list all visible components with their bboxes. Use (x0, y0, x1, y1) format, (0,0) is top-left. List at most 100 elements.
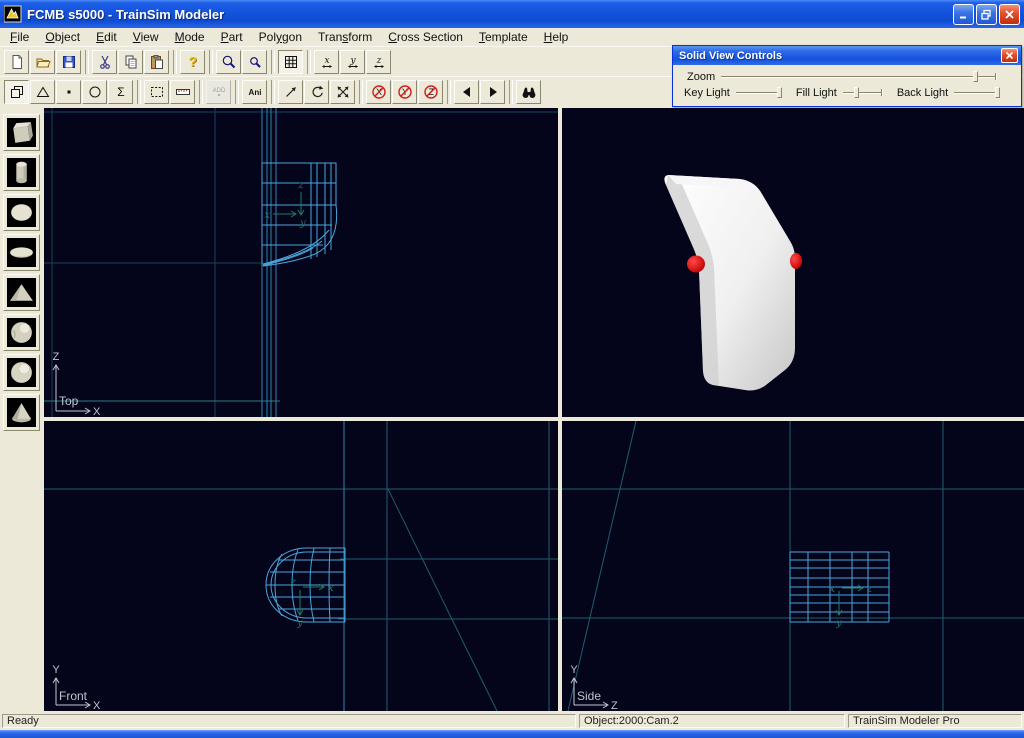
ani-icon: Ani (247, 84, 263, 100)
zoom-out-button[interactable] (242, 50, 267, 74)
status-product: TrainSim Modeler Pro (848, 714, 1022, 728)
solid-view-controls-panel: Solid View Controls Zoom Key LightFill L… (672, 45, 1022, 107)
close-button[interactable] (999, 4, 1020, 25)
side-axis-h-label: Z (611, 700, 618, 711)
rotate-icon (309, 84, 325, 100)
circle-mode-button[interactable] (82, 80, 107, 104)
slider-groove (736, 92, 782, 93)
side-axis-v-label: Y (570, 664, 578, 676)
minimize-icon (958, 9, 969, 20)
menu-object[interactable]: Object (37, 29, 88, 45)
new-file-button[interactable] (4, 50, 29, 74)
lock-z-button[interactable]: Z (418, 80, 443, 104)
perspective-viewport[interactable] (562, 108, 1024, 417)
side-viewport[interactable]: x z y Y Z Side (562, 421, 1024, 711)
axis-z-button[interactable]: z (366, 50, 391, 74)
svg-text:x: x (829, 584, 835, 595)
lock-x-button[interactable]: X (366, 80, 391, 104)
tri-icon (35, 84, 51, 100)
key-light-slider-thumb[interactable] (777, 87, 782, 98)
svg-text:z: z (290, 577, 297, 588)
restore-button[interactable] (976, 4, 997, 25)
move-tool-button[interactable] (278, 80, 303, 104)
help-button[interactable]: ?? (180, 50, 205, 74)
menu-edit[interactable]: Edit (88, 29, 125, 45)
lock-y-button[interactable]: Y (392, 80, 417, 104)
svg-text:z: z (375, 56, 381, 66)
find-button[interactable] (516, 80, 541, 104)
next-button[interactable] (480, 80, 505, 104)
animation-button[interactable]: Ani (242, 80, 267, 104)
back-light-slider-thumb[interactable] (995, 87, 1000, 98)
sigma-icon: Σ (113, 84, 129, 100)
menu-transform[interactable]: Transform (310, 29, 380, 45)
minimize-button[interactable] (953, 4, 974, 25)
save-file-button[interactable] (56, 50, 81, 74)
taskbar-edge[interactable] (0, 730, 1024, 738)
slider-endcap (995, 73, 997, 80)
zoom-slider-thumb[interactable] (973, 71, 978, 82)
wedge-tool-button[interactable] (3, 274, 40, 311)
cone-shape-icon (7, 398, 36, 427)
fill-light-slider-thumb[interactable] (854, 87, 859, 98)
point-mode-button[interactable] (56, 80, 81, 104)
paste-button[interactable] (144, 50, 169, 74)
application-window: FCMB s5000 - TrainSim Modeler FileObject… (0, 0, 1024, 738)
box-tool-button[interactable] (3, 114, 40, 151)
key-light-slider[interactable] (736, 86, 782, 99)
cut-button[interactable] (92, 50, 117, 74)
help-icon: ?? (185, 54, 201, 70)
open-file-button[interactable] (30, 50, 55, 74)
new-icon (9, 54, 25, 70)
zoom-label: Zoom (687, 71, 715, 83)
spline-mode-button[interactable]: Σ (108, 80, 133, 104)
polygon-mode-button[interactable] (30, 80, 55, 104)
back-light-slider[interactable] (954, 86, 1000, 99)
prev-button[interactable] (454, 80, 479, 104)
rotate-tool-button[interactable] (304, 80, 329, 104)
paste-icon (149, 54, 165, 70)
axis-y-button[interactable]: y (340, 50, 365, 74)
axis-x-button[interactable]: x (314, 50, 339, 74)
svg-text:ADD: ADD (212, 88, 225, 94)
disc-tool-button[interactable] (3, 234, 40, 271)
menu-file[interactable]: File (2, 29, 37, 45)
toolbar-separator (271, 50, 275, 74)
menu-template[interactable]: Template (471, 29, 536, 45)
zoom-in-button[interactable] (216, 50, 241, 74)
top-viewport[interactable]: z x y Z X Top (44, 108, 558, 417)
sphere-smooth-tool-button[interactable] (3, 354, 40, 391)
front-viewport[interactable]: z x y Y X Front (44, 421, 558, 711)
svg-text:y: y (349, 56, 356, 66)
titlebar: FCMB s5000 - TrainSim Modeler (0, 0, 1024, 28)
menu-polygon[interactable]: Polygon (251, 29, 310, 45)
grid-toggle-button[interactable] (278, 50, 303, 74)
scale-tool-button[interactable] (330, 80, 355, 104)
menu-part[interactable]: Part (213, 29, 251, 45)
sphere-flat-tool-button[interactable] (3, 194, 40, 231)
back-light-label: Back Light (897, 87, 948, 99)
cone-tool-button[interactable] (3, 394, 40, 431)
fill-light-slider[interactable] (843, 86, 883, 99)
lock-icon: X (371, 84, 387, 100)
panel-close-button[interactable] (1001, 48, 1018, 63)
menubar: FileObjectEditViewModePartPolygonTransfo… (0, 28, 1024, 46)
select-object-mode-button[interactable] (4, 80, 29, 104)
cylinder-tool-button[interactable] (3, 154, 40, 191)
svc-lights-row: Key LightFill LightBack Light (684, 86, 1021, 99)
front-construction-lines (44, 421, 558, 711)
zoom-slider[interactable] (721, 70, 997, 83)
lock-icon: Z (423, 84, 439, 100)
restore-icon (981, 9, 992, 20)
menu-cross-section[interactable]: Cross Section (380, 29, 471, 45)
toolbar-separator (271, 80, 275, 104)
copy-button[interactable] (118, 50, 143, 74)
svg-text:y: y (299, 218, 306, 229)
marquee-select-button[interactable] (144, 80, 169, 104)
menu-view[interactable]: View (125, 29, 167, 45)
measure-ruler-button[interactable] (170, 80, 195, 104)
solid-view-controls-titlebar[interactable]: Solid View Controls (673, 46, 1021, 65)
menu-mode[interactable]: Mode (167, 29, 213, 45)
sphere-tool-button[interactable] (3, 314, 40, 351)
menu-help[interactable]: Help (536, 29, 577, 45)
